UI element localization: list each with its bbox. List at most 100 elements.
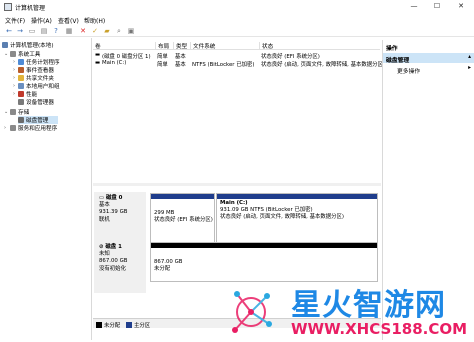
volume-icon: ▬ bbox=[95, 52, 101, 58]
tree-local-users[interactable]: 本地用户和组 bbox=[18, 82, 60, 90]
performance-icon bbox=[18, 91, 24, 97]
refresh-icon[interactable]: ▣ bbox=[127, 27, 135, 35]
clock-icon bbox=[18, 59, 24, 65]
actions-title: 操作 bbox=[386, 46, 398, 52]
minimize-button[interactable]: — bbox=[405, 1, 423, 12]
chevron-right-icon[interactable]: › bbox=[13, 67, 15, 73]
folder-icon[interactable]: ▰ bbox=[103, 27, 111, 35]
menu-action[interactable]: 操作(A) bbox=[31, 16, 52, 25]
actions-section-disk-management[interactable]: 磁盘管理 ▴ bbox=[383, 53, 474, 64]
chevron-right-icon: ▸ bbox=[468, 65, 471, 71]
tree-device-manager[interactable]: 设备管理器 bbox=[18, 98, 54, 106]
column-header-status[interactable]: 状态 bbox=[259, 42, 273, 50]
disk-0-size: 931.39 GB bbox=[99, 209, 128, 216]
tree-shared-folders[interactable]: 共享文件夹 bbox=[18, 74, 54, 82]
up-folder-icon[interactable]: ▭ bbox=[28, 27, 36, 35]
volume-filesystem: NTFS (BitLocker 已加密) bbox=[192, 62, 255, 68]
volume-name: Main (C:) bbox=[102, 60, 127, 66]
chevron-down-icon[interactable]: ⌄ bbox=[4, 51, 8, 57]
menu-help[interactable]: 帮助(H) bbox=[84, 16, 105, 25]
forward-icon[interactable]: → bbox=[16, 27, 24, 35]
column-header-filesystem[interactable]: 文件系统 bbox=[190, 42, 215, 50]
tree-event-viewer[interactable]: 事件查看器 bbox=[18, 66, 54, 74]
search-icon[interactable]: ⌕ bbox=[115, 27, 123, 35]
volume-type: 基本 bbox=[175, 62, 186, 68]
column-header-layout[interactable]: 布局 bbox=[155, 42, 169, 50]
maximize-button[interactable]: ☐ bbox=[428, 1, 446, 12]
partition-main-c[interactable]: Main (C:) 931.09 GB NTFS (BitLocker 已加密)… bbox=[216, 193, 378, 243]
title-bar: 计算机管理 — ☐ ✕ bbox=[0, 0, 474, 14]
properties-icon[interactable]: ▤ bbox=[40, 27, 48, 35]
close-button[interactable]: ✕ bbox=[452, 1, 470, 12]
tree-root[interactable]: 计算机管理(本地) bbox=[2, 41, 54, 49]
back-icon[interactable]: ← bbox=[5, 27, 13, 35]
disk-0-state: 联机 bbox=[99, 216, 110, 223]
partition-size: 299 MB bbox=[154, 210, 175, 216]
partition-size: 931.09 GB NTFS (BitLocker 已加密) bbox=[220, 207, 313, 213]
tree-storage[interactable]: 存储 bbox=[10, 108, 29, 116]
chevron-right-icon[interactable]: › bbox=[13, 83, 15, 89]
storage-icon bbox=[10, 109, 16, 115]
tools-icon bbox=[10, 51, 16, 57]
partition-status: 未分配 bbox=[154, 266, 171, 272]
users-icon bbox=[18, 83, 24, 89]
disk-icon: ▭ bbox=[99, 195, 106, 201]
unallocated-swatch bbox=[96, 322, 102, 328]
column-header-type[interactable]: 类型 bbox=[173, 42, 187, 50]
menu-bar: 文件(F) 操作(A) 查看(V) 帮助(H) bbox=[0, 14, 474, 25]
chevron-right-icon[interactable]: › bbox=[13, 75, 15, 81]
watermark-brand: 星火智游网 bbox=[291, 288, 446, 323]
tree-disk-management[interactable]: 磁盘管理 bbox=[18, 116, 59, 124]
unallocated-bar bbox=[151, 243, 377, 248]
volume-status: 状态良好 (启动, 页面文件, 故障转储, 基本数据分区) bbox=[261, 62, 386, 68]
window-title: 计算机管理 bbox=[15, 5, 46, 12]
disk-1-label[interactable]: ⊘ 磁盘 1 未知 867.00 GB 没有初始化 bbox=[94, 241, 146, 293]
watermark-url: WWW.XHCS188.COM bbox=[291, 320, 468, 338]
device-manager-icon bbox=[18, 99, 24, 105]
watermark-logo: 星火智游网 WWW.XHCS188.COM bbox=[225, 276, 474, 340]
disk-0-label[interactable]: ▭ 磁盘 0 基本 931.39 GB 联机 bbox=[94, 192, 146, 244]
check-icon[interactable]: ✓ bbox=[91, 27, 99, 35]
tree-system-tools[interactable]: 系统工具 bbox=[10, 50, 40, 58]
primary-swatch bbox=[126, 322, 132, 328]
list-view-icon[interactable]: ▦ bbox=[65, 27, 73, 35]
disk-icon bbox=[18, 117, 24, 123]
partition-status: 状态良好 (EFI 系统分区) bbox=[154, 217, 213, 223]
disk-0-kind: 基本 bbox=[99, 202, 110, 209]
shared-folder-icon bbox=[18, 75, 24, 81]
chevron-right-icon[interactable]: › bbox=[4, 125, 6, 131]
disk-1-size: 867.00 GB bbox=[99, 258, 128, 265]
partition-title: Main (C:) bbox=[220, 200, 248, 206]
tree-services-apps[interactable]: 服务和应用程序 bbox=[10, 124, 57, 132]
disk-1-kind: 未知 bbox=[99, 251, 110, 258]
help-icon[interactable]: ? bbox=[52, 27, 60, 35]
table-row[interactable]: ▬ Main (C:) 简单 基本 NTFS (BitLocker 已加密) 状… bbox=[93, 59, 385, 68]
chevron-right-icon[interactable]: › bbox=[13, 91, 15, 97]
column-header-volume[interactable]: 卷 bbox=[93, 42, 101, 50]
primary-partition-bar bbox=[217, 194, 377, 199]
chevron-down-icon[interactable]: ⌄ bbox=[4, 109, 8, 115]
volume-layout: 简单 bbox=[157, 62, 168, 68]
volume-list-header: 卷 布局 类型 文件系统 状态 bbox=[93, 40, 380, 50]
tree-task-scheduler[interactable]: 任务计划程序 bbox=[18, 58, 60, 66]
navigation-tree: 计算机管理(本地) ⌄ 系统工具 › 任务计划程序 › 事件查看器 › 共享文件… bbox=[0, 38, 92, 340]
tree-performance[interactable]: 性能 bbox=[18, 90, 37, 98]
partition-size: 867.00 GB bbox=[154, 259, 183, 265]
disk-1-state: 没有初始化 bbox=[99, 265, 126, 272]
volume-icon: ▬ bbox=[95, 60, 101, 66]
partition-efi[interactable]: 299 MB 状态良好 (EFI 系统分区) bbox=[150, 193, 215, 243]
partition-status: 状态良好 (启动, 页面文件, 故障转储, 基本数据分区) bbox=[220, 214, 345, 220]
delete-icon[interactable]: ✕ bbox=[79, 27, 87, 35]
primary-partition-bar bbox=[151, 194, 214, 199]
legend-unallocated: 未分配 bbox=[96, 321, 120, 329]
legend-primary: 主分区 bbox=[126, 321, 150, 329]
more-actions-link[interactable]: 更多操作 ▸ bbox=[383, 64, 474, 75]
menu-view[interactable]: 查看(V) bbox=[58, 16, 79, 25]
computer-icon bbox=[2, 42, 8, 48]
chevron-right-icon[interactable]: › bbox=[13, 59, 15, 65]
computer-management-icon bbox=[4, 3, 12, 11]
event-viewer-icon bbox=[18, 67, 24, 73]
services-icon bbox=[10, 125, 16, 131]
menu-file[interactable]: 文件(F) bbox=[5, 16, 25, 25]
collapse-icon[interactable]: ▴ bbox=[468, 54, 471, 60]
